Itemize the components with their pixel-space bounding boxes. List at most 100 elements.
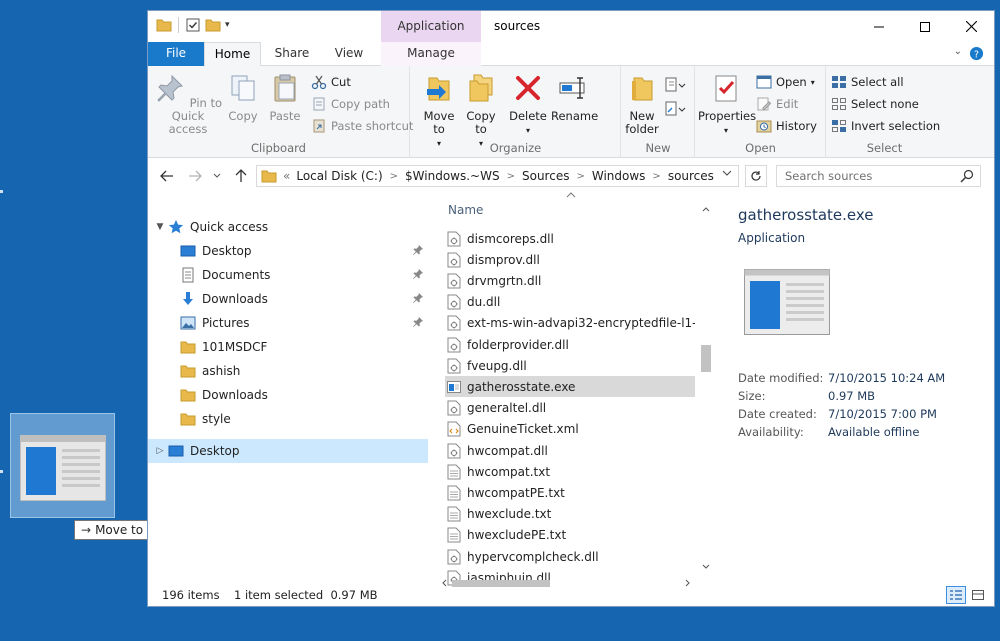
- nav-item-101msdcf[interactable]: 101MSDCF: [148, 335, 428, 359]
- address-bar[interactable]: « Local Disk (C:) > $Windows.~WS > Sourc…: [256, 165, 739, 187]
- forward-button[interactable]: [186, 167, 204, 185]
- chevron-right-icon[interactable]: >: [390, 171, 398, 182]
- customize-toolbar-chevron-icon[interactable]: ▾: [225, 20, 230, 30]
- paste-shortcut-button[interactable]: Paste shortcut: [311, 116, 413, 136]
- help-icon[interactable]: ?: [969, 46, 984, 61]
- breadcrumb-sources[interactable]: sources: [668, 169, 714, 183]
- breadcrumb-sources-parent[interactable]: Sources: [522, 169, 569, 183]
- file-row[interactable]: hwexcludePE.txt: [445, 525, 695, 546]
- tab-share[interactable]: Share: [266, 42, 318, 66]
- refresh-button[interactable]: [745, 165, 767, 187]
- pin-icon[interactable]: [412, 244, 424, 256]
- pin-icon[interactable]: [412, 268, 424, 280]
- select-all-button[interactable]: Select all: [831, 72, 904, 92]
- easy-access-icon[interactable]: [664, 100, 686, 118]
- new-folder-icon[interactable]: [205, 18, 221, 32]
- file-row[interactable]: hwexclude.txt: [445, 504, 695, 525]
- paste-button[interactable]: Paste: [266, 72, 304, 123]
- nav-desktop-root[interactable]: ▷ Desktop: [148, 439, 428, 463]
- chevron-right-icon[interactable]: >: [507, 171, 515, 182]
- nav-item-documents[interactable]: Documents: [148, 263, 428, 287]
- text-file-icon: [447, 527, 461, 543]
- file-row[interactable]: ext-ms-win-advapi32-encryptedfile-l1-1-.…: [445, 313, 695, 334]
- file-row[interactable]: hwcompatPE.txt: [445, 482, 695, 503]
- file-row[interactable]: generaltel.dll: [445, 398, 695, 419]
- file-row[interactable]: hwcompat.txt: [445, 461, 695, 482]
- file-name: hypervcomplcheck.dll: [467, 549, 599, 564]
- ribbon-tabs: File Home Share View Manage ⌄ ?: [148, 42, 994, 67]
- expand-ribbon-chevron-icon[interactable]: ⌄: [954, 46, 962, 57]
- large-icons-view-button[interactable]: [968, 586, 988, 604]
- vertical-scroll-thumb[interactable]: [701, 345, 711, 372]
- select-none-button[interactable]: Select none: [831, 94, 919, 114]
- file-row[interactable]: drvmgrtn.dll: [445, 270, 695, 291]
- copy-to-button[interactable]: Copy to ▾: [463, 72, 499, 150]
- close-button[interactable]: [948, 11, 994, 42]
- file-row[interactable]: folderprovider.dll: [445, 334, 695, 355]
- file-row[interactable]: gatherosstate.exe: [445, 376, 695, 398]
- file-row[interactable]: hwcompat.dll: [445, 440, 695, 461]
- new-group-label: New: [645, 141, 671, 155]
- vertical-scrollbar[interactable]: [698, 204, 714, 573]
- tab-view[interactable]: View: [323, 42, 375, 66]
- nav-item-downloads-folder[interactable]: Downloads: [148, 383, 428, 407]
- column-header-name[interactable]: Name: [448, 203, 483, 217]
- chevron-right-icon[interactable]: >: [652, 171, 660, 182]
- file-row[interactable]: dismprov.dll: [445, 249, 695, 270]
- prop-label-size: Size:: [738, 389, 766, 403]
- chevron-down-icon[interactable]: ▼: [154, 222, 166, 232]
- breadcrumb-windows[interactable]: Windows: [592, 169, 646, 183]
- history-button[interactable]: History: [756, 116, 817, 136]
- chevron-right-icon[interactable]: >: [576, 171, 584, 182]
- nav-item-downloads[interactable]: Downloads: [148, 287, 428, 311]
- overflow-crumbs[interactable]: «: [283, 169, 290, 183]
- search-box[interactable]: [776, 165, 981, 187]
- file-row[interactable]: dismcoreps.dll: [445, 228, 695, 249]
- maximize-button[interactable]: [902, 11, 948, 42]
- breadcrumb-windows-ws[interactable]: $Windows.~WS: [405, 169, 500, 183]
- delete-button[interactable]: Delete ▾: [509, 72, 547, 137]
- nav-item-ashish[interactable]: ashish: [148, 359, 428, 383]
- move-to-button[interactable]: Move to ▾: [421, 72, 457, 150]
- file-row[interactable]: fveupg.dll: [445, 355, 695, 376]
- tab-home[interactable]: Home: [204, 42, 261, 67]
- edit-button[interactable]: Edit: [756, 94, 798, 114]
- new-item-icon[interactable]: [664, 76, 686, 94]
- copy-button[interactable]: Copy: [226, 72, 260, 123]
- tab-file[interactable]: File: [148, 42, 204, 66]
- properties-checkbox-icon[interactable]: [185, 17, 201, 33]
- nav-quick-access[interactable]: ▼ Quick access: [148, 215, 428, 239]
- recent-locations-button[interactable]: [208, 167, 226, 185]
- file-row[interactable]: GenuineTicket.xml: [445, 419, 695, 440]
- file-row[interactable]: hypervcomplcheck.dll: [445, 546, 695, 567]
- pin-icon[interactable]: [412, 316, 424, 328]
- sort-ascending-icon: [566, 192, 576, 198]
- invert-selection-button[interactable]: Invert selection: [831, 116, 940, 136]
- pin-to-quick-access-button[interactable]: Pin to Quick access: [152, 72, 224, 136]
- copy-path-button[interactable]: Copy path: [311, 94, 390, 114]
- back-button[interactable]: [158, 167, 176, 185]
- scroll-up-icon[interactable]: [702, 206, 710, 212]
- tab-manage[interactable]: Manage: [381, 42, 481, 66]
- new-folder-button[interactable]: New folder: [624, 72, 660, 136]
- open-button[interactable]: Open ▾: [756, 72, 815, 92]
- title-bar: ▾ Application Tools sources: [148, 11, 994, 64]
- up-button[interactable]: [232, 167, 250, 185]
- minimize-button[interactable]: [856, 11, 902, 42]
- rename-button[interactable]: Rename: [551, 72, 598, 123]
- search-input[interactable]: [777, 166, 952, 186]
- copy-path-icon: [313, 97, 325, 111]
- cut-button[interactable]: Cut: [311, 72, 351, 92]
- address-history-chevron-icon[interactable]: [722, 169, 732, 177]
- details-view-button[interactable]: [946, 586, 966, 604]
- file-row[interactable]: du.dll: [445, 292, 695, 313]
- nav-item-pictures[interactable]: Pictures: [148, 311, 428, 335]
- nav-item-style[interactable]: style: [148, 407, 428, 431]
- nav-item-desktop[interactable]: Desktop: [148, 239, 428, 263]
- breadcrumb-local-disk[interactable]: Local Disk (C:): [296, 169, 382, 183]
- properties-button[interactable]: Properties ▾: [698, 72, 756, 137]
- chevron-right-icon[interactable]: ▷: [154, 446, 166, 456]
- pin-icon[interactable]: [412, 292, 424, 304]
- scroll-down-icon[interactable]: [702, 564, 710, 570]
- file-name: generaltel.dll: [467, 401, 547, 416]
